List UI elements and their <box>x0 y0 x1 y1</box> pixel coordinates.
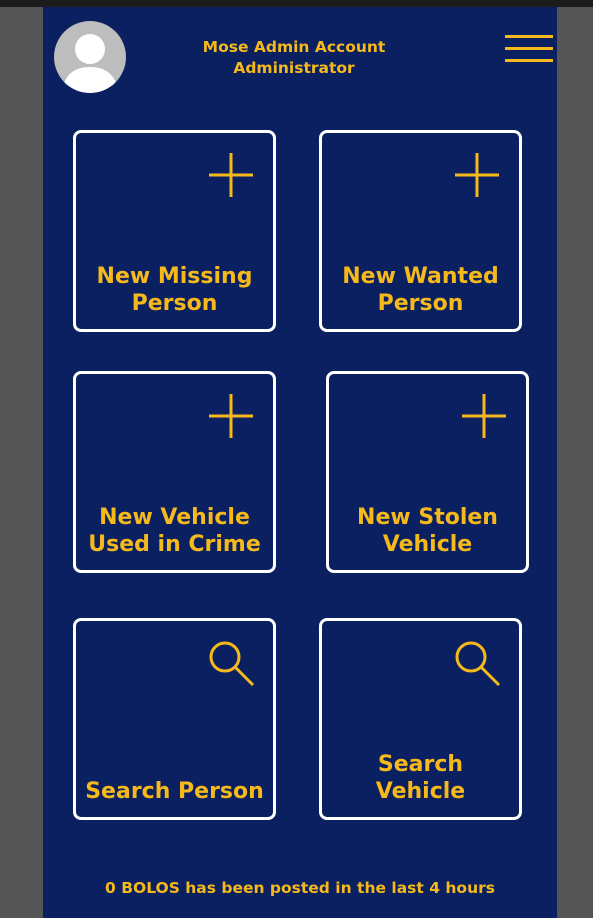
hamburger-menu-icon <box>505 35 553 62</box>
plus-icon <box>209 394 253 438</box>
new-stolen-vehicle-button[interactable]: New Stolen Vehicle <box>326 371 529 573</box>
plus-icon <box>462 394 506 438</box>
tile-label-line2: Person <box>131 291 218 316</box>
tile-label-line2: Used in Crime <box>88 532 261 557</box>
plus-icon <box>455 153 499 197</box>
tile-label-line2: Person <box>377 291 464 316</box>
tile-label-line1: New Wanted <box>342 264 499 289</box>
bolo-status-text: 0 BOLOS has been posted in the last 4 ho… <box>105 879 495 897</box>
plus-icon <box>209 153 253 197</box>
tile-label: New Stolen Vehicle <box>337 504 518 558</box>
top-status-bar <box>0 0 593 7</box>
tile-label: Search Person <box>84 778 265 805</box>
tile-label: New Missing Person <box>84 263 265 317</box>
tile-label-line1: New Missing <box>96 264 253 289</box>
search-person-button[interactable]: Search Person <box>73 618 276 820</box>
tile-label-line2: Vehicle <box>382 532 473 557</box>
search-icon <box>455 641 501 687</box>
avatar[interactable] <box>54 21 126 93</box>
account-role: Administrator <box>233 59 355 77</box>
tile-label-line1: Search Vehicle <box>375 752 466 804</box>
tile-label-line1: New Stolen <box>357 505 498 530</box>
tile-label: Search Vehicle <box>330 751 511 805</box>
menu-button[interactable] <box>503 33 555 67</box>
account-info: Mose Admin Account Administrator <box>183 37 405 79</box>
tile-label-line1: Search Person <box>85 779 264 804</box>
search-vehicle-button[interactable]: Search Vehicle <box>319 618 522 820</box>
account-name: Mose Admin Account <box>202 38 386 56</box>
search-icon <box>209 641 255 687</box>
tile-label-line1: New Vehicle <box>99 505 250 530</box>
tile-label: New Wanted Person <box>330 263 511 317</box>
user-avatar-icon <box>62 34 118 93</box>
new-wanted-person-button[interactable]: New Wanted Person <box>319 130 522 332</box>
new-missing-person-button[interactable]: New Missing Person <box>73 130 276 332</box>
app-panel: Mose Admin Account Administrator New Mis… <box>43 7 557 918</box>
tile-label: New Vehicle Used in Crime <box>84 504 265 558</box>
new-vehicle-used-in-crime-button[interactable]: New Vehicle Used in Crime <box>73 371 276 573</box>
